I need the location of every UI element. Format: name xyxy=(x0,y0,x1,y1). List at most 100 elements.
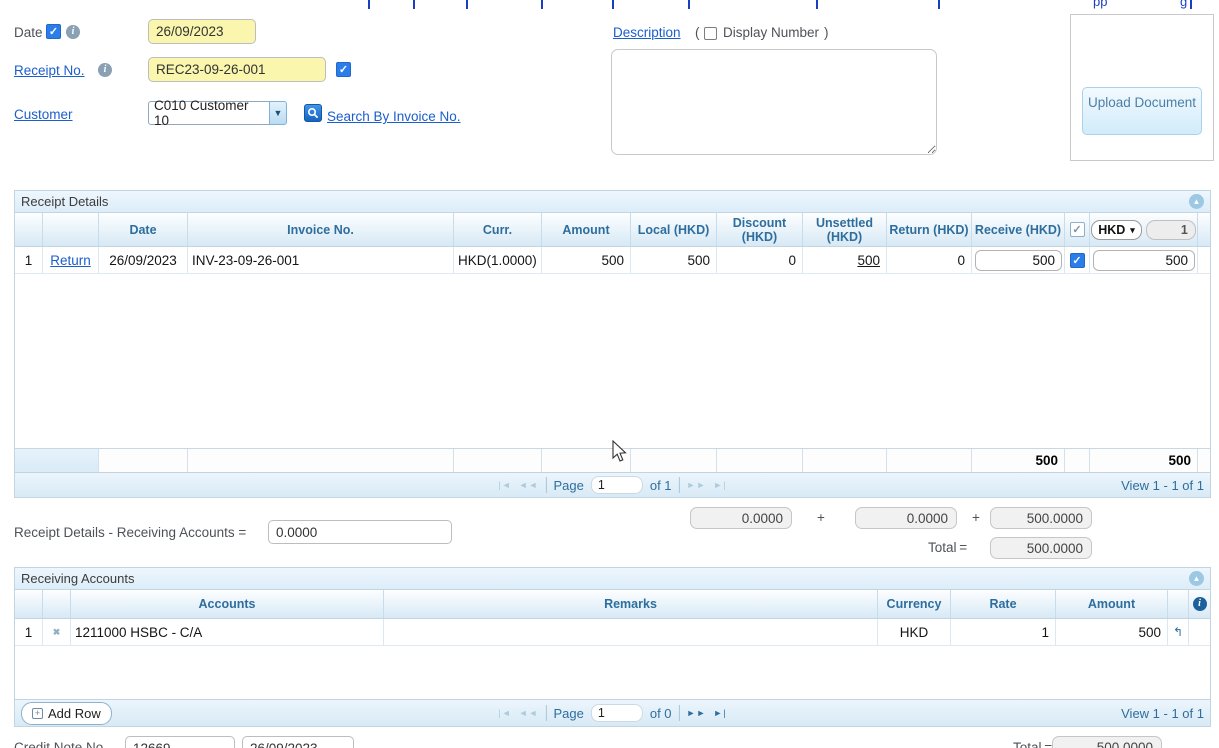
cell-return-amt: 0 xyxy=(887,247,972,273)
customer-label[interactable]: Customer xyxy=(14,107,73,122)
date-info-icon[interactable]: i xyxy=(66,25,80,39)
cell-filler xyxy=(1198,247,1210,273)
delete-row-cell[interactable]: ✖ xyxy=(43,619,71,645)
collapse-icon[interactable]: ▲ xyxy=(1189,571,1204,586)
bottom-total-label: Total = xyxy=(1013,740,1052,748)
cell-rate: 1 xyxy=(951,619,1056,645)
cell-amount: 500 xyxy=(542,247,631,273)
tab-label-fragment[interactable]: pp xyxy=(1093,0,1107,9)
col-amount[interactable]: Amount xyxy=(1056,590,1168,618)
table-row[interactable]: 1 ✖ 1211000 HSBC - C/A HKD 1 500 ↰ xyxy=(15,619,1210,646)
col-return-hkd[interactable]: Return (HKD) xyxy=(887,213,972,246)
search-by-invoice-link[interactable]: Search By Invoice No. xyxy=(327,109,461,124)
total-receive: 500 xyxy=(972,449,1065,472)
totals-spacer xyxy=(1065,449,1090,472)
receipt-no-checkbox[interactable]: ✓ xyxy=(336,62,351,77)
return-link-cell[interactable]: Return xyxy=(43,247,99,273)
sum-b-input xyxy=(855,507,957,529)
col-local[interactable]: Local (HKD) xyxy=(631,213,717,246)
col-date[interactable]: Date xyxy=(99,213,188,246)
col-curr[interactable]: Curr. xyxy=(454,213,542,246)
date-label: Date xyxy=(14,25,43,40)
display-number-checkbox[interactable] xyxy=(704,27,717,40)
page-input[interactable] xyxy=(591,704,643,722)
search-icon[interactable] xyxy=(304,104,322,122)
row-checkbox[interactable]: ✓ xyxy=(1070,253,1085,268)
collapse-icon[interactable]: ▲ xyxy=(1189,194,1204,209)
cell-account[interactable]: 1211000 HSBC - C/A xyxy=(71,619,384,645)
cell-action[interactable]: ↰ xyxy=(1168,619,1189,645)
sum-a-input xyxy=(690,507,792,529)
totals-spacer xyxy=(717,449,803,472)
tab-label-fragment[interactable]: g xyxy=(1180,0,1187,9)
first-page-icon[interactable]: |◄ xyxy=(498,708,511,718)
receive-base-input[interactable] xyxy=(1093,250,1195,271)
col-rate[interactable]: Rate xyxy=(951,590,1056,618)
total-receive-base: 500 xyxy=(1090,449,1198,472)
col-discount[interactable]: Discount (HKD) xyxy=(717,213,803,246)
last-page-icon[interactable]: ►| xyxy=(713,480,726,490)
prev-page-icon[interactable]: ◄◄ xyxy=(519,480,539,490)
col-accounts[interactable]: Accounts xyxy=(71,590,384,618)
tab-separator xyxy=(1190,0,1192,9)
col-amount[interactable]: Amount xyxy=(542,213,631,246)
receipt-details-body: 1 Return 26/09/2023 INV-23-09-26-001 HKD… xyxy=(15,247,1210,448)
plus-sign: + xyxy=(972,510,980,525)
totals-spacer xyxy=(15,449,99,472)
col-invoice-no[interactable]: Invoice No. xyxy=(188,213,454,246)
top-tabbar-sliver: pp g xyxy=(0,0,1219,9)
col-receive[interactable]: Receive (HKD) xyxy=(972,213,1065,246)
tab-separator xyxy=(368,0,370,9)
customer-select[interactable]: C010 Customer 10 xyxy=(148,101,269,125)
plus-sign: + xyxy=(817,510,825,525)
cell-receive xyxy=(972,247,1065,273)
display-number-label: Display Number xyxy=(723,25,819,40)
cell-date: 26/09/2023 xyxy=(99,247,188,273)
customer-dropdown-button[interactable]: ▼ xyxy=(269,101,287,125)
cell-remarks[interactable] xyxy=(384,619,878,645)
credit-note-date-input[interactable] xyxy=(242,736,354,748)
totals-spacer xyxy=(803,449,887,472)
col-remarks[interactable]: Remarks xyxy=(384,590,878,618)
next-page-icon[interactable]: ►► xyxy=(687,708,707,718)
description-textarea[interactable] xyxy=(611,49,937,155)
receiving-accounts-body: 1 ✖ 1211000 HSBC - C/A HKD 1 500 ↰ xyxy=(15,619,1210,699)
header-rate-input: 1 xyxy=(1146,220,1196,240)
credit-note-input[interactable] xyxy=(125,736,235,748)
last-page-icon[interactable]: ►| xyxy=(713,708,726,718)
delete-row-icon[interactable]: ✖ xyxy=(53,627,61,638)
prev-page-icon[interactable]: ◄◄ xyxy=(519,708,539,718)
page-of-label: of 0 xyxy=(650,706,672,721)
col-currency[interactable]: Currency xyxy=(878,590,951,618)
table-row[interactable]: 1 Return 26/09/2023 INV-23-09-26-001 HKD… xyxy=(15,247,1210,274)
header-currency-select[interactable]: HKD ▾ xyxy=(1091,220,1142,240)
add-row-label: Add Row xyxy=(48,706,101,721)
add-row-button[interactable]: + Add Row xyxy=(21,702,112,725)
fill-amount-arrow-icon[interactable]: ↰ xyxy=(1173,625,1183,639)
first-page-icon[interactable]: |◄ xyxy=(498,480,511,490)
col-info: i xyxy=(1189,590,1210,618)
col-unsettled[interactable]: Unsettled (HKD) xyxy=(803,213,887,246)
date-checkbox[interactable]: ✓ xyxy=(46,24,61,39)
pager-separator xyxy=(545,705,546,721)
description-label[interactable]: Description xyxy=(613,25,681,40)
next-page-icon[interactable]: ►► xyxy=(687,480,707,490)
view-range-label: View 1 - 1 of 1 xyxy=(1121,706,1210,721)
return-link[interactable]: Return xyxy=(50,253,91,268)
col-rownum xyxy=(15,213,43,246)
credit-note-label: Credit Note No. xyxy=(14,740,107,748)
tab-separator xyxy=(612,0,614,9)
receipt-no-label[interactable]: Receipt No. xyxy=(14,63,85,78)
info-icon[interactable]: i xyxy=(1193,597,1207,611)
receive-input[interactable] xyxy=(975,250,1062,271)
select-all-checkbox[interactable]: ✓ xyxy=(1070,222,1085,237)
unsettled-link[interactable]: 500 xyxy=(857,253,880,268)
total-label: Total = xyxy=(928,540,967,555)
upload-document-button[interactable]: Upload Document xyxy=(1082,87,1202,135)
page-input[interactable] xyxy=(591,476,643,494)
cell-unsettled[interactable]: 500 xyxy=(803,247,887,273)
difference-input[interactable] xyxy=(268,520,452,544)
receipt-no-input[interactable] xyxy=(148,57,326,82)
date-input[interactable] xyxy=(148,19,256,44)
receipt-no-info-icon[interactable]: i xyxy=(98,63,112,77)
